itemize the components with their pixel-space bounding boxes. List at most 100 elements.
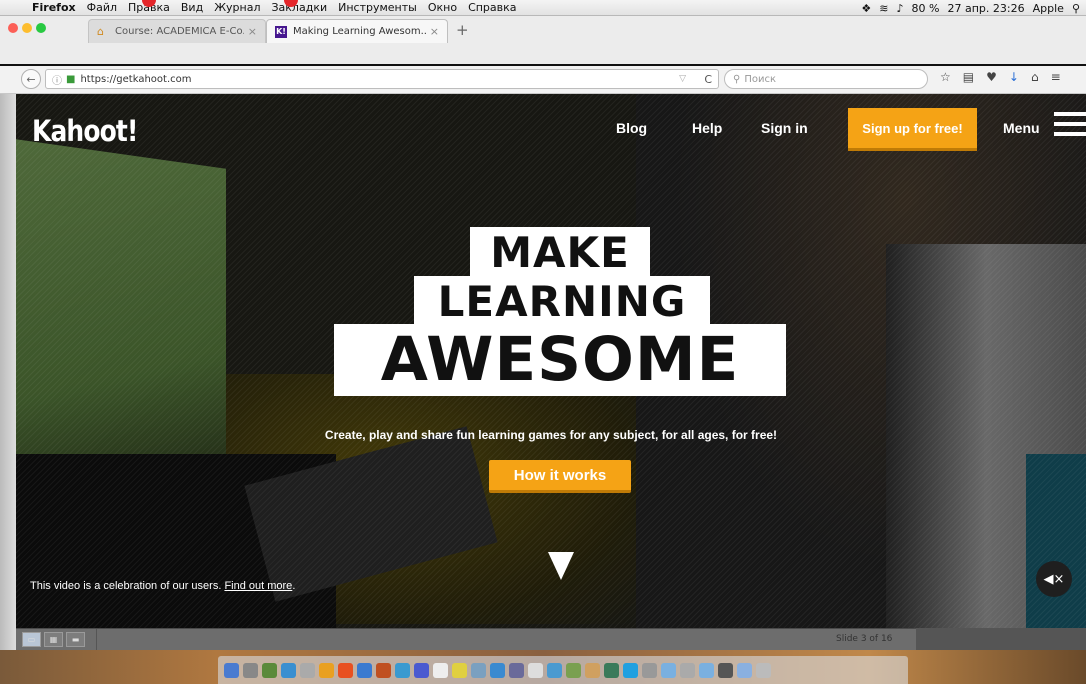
skype-icon[interactable] (623, 662, 638, 678)
menu-view[interactable]: Вид (181, 1, 203, 14)
app-icon[interactable] (585, 662, 600, 678)
folder-icon[interactable] (661, 662, 676, 678)
nav-blog-link[interactable]: Blog (616, 120, 647, 136)
back-arrow-icon: ← (26, 72, 36, 86)
mac-menubar: Firefox Файл Правка Вид Журнал Закладки … (0, 0, 1086, 16)
kahoot-page: Kahoot! Blog Help Sign in Sign up for fr… (16, 94, 1086, 628)
tab-course[interactable]: ⌂ Course: ACADEMICA E-Co... × (88, 19, 266, 43)
browser-toolbar: ← ⓘ ■ https://getkahoot.com ▽ C ⚲ Поиск … (0, 66, 1086, 94)
safari-icon[interactable] (281, 662, 296, 678)
bookmark-star-icon[interactable]: ☆ (940, 70, 951, 84)
slideshow-bar-right (916, 628, 1086, 650)
speaker-muted-icon: ◀× (1043, 571, 1065, 587)
search-placeholder: Поиск (744, 73, 777, 85)
app-icon[interactable] (604, 662, 619, 678)
menubar-status-area: ❖ ≋ ♪ 80 % 27 апр. 23:26 Apple ⚲ (853, 0, 1080, 16)
grid-view-icon[interactable]: ▦ (44, 632, 63, 647)
close-window-icon[interactable] (8, 23, 18, 33)
firefox-icon[interactable] (338, 662, 353, 678)
search-icon: ⚲ (733, 73, 741, 85)
menu-tools[interactable]: Инструменты (338, 1, 417, 14)
help-icon[interactable] (680, 662, 695, 678)
app-icon[interactable] (471, 662, 486, 678)
zoom-window-icon[interactable] (36, 23, 46, 33)
menu-file[interactable]: Файл (87, 1, 117, 14)
app-icon[interactable] (319, 662, 334, 678)
presenter-view-icon[interactable]: ▬ (66, 632, 85, 647)
folder-icon[interactable] (699, 662, 714, 678)
app-icon[interactable] (566, 662, 581, 678)
menu-app-firefox[interactable]: Firefox (32, 1, 76, 14)
app-icon[interactable] (414, 662, 429, 678)
close-tab-icon[interactable]: × (248, 25, 257, 38)
pocket-icon[interactable]: ♥ (986, 70, 997, 84)
nav-signin-link[interactable]: Sign in (761, 120, 808, 136)
app-icon[interactable] (642, 662, 657, 678)
caption-end: . (292, 580, 296, 592)
desktop-edge (0, 94, 16, 684)
finder-icon[interactable] (224, 662, 239, 678)
notes-icon[interactable] (452, 662, 467, 678)
back-button[interactable]: ← (21, 69, 41, 89)
normal-view-icon[interactable]: ▭ (22, 632, 41, 647)
menu-bookmarks[interactable]: Закладки (272, 1, 328, 14)
app-icon[interactable] (737, 662, 752, 678)
clock-text[interactable]: 27 апр. 23:26 (948, 2, 1025, 15)
app-icon[interactable] (376, 662, 391, 678)
info-icon[interactable]: ⓘ (52, 72, 62, 87)
slide-counter: Slide 3 of 16 (836, 634, 893, 644)
app-icon[interactable] (509, 662, 524, 678)
user-name[interactable]: Apple (1033, 2, 1064, 15)
new-tab-icon[interactable]: + (456, 21, 469, 39)
app-icon[interactable] (718, 662, 733, 678)
scroll-down-arrow-icon[interactable] (548, 552, 574, 580)
lock-icon[interactable]: ■ (66, 74, 75, 85)
battery-text[interactable]: 80 % (912, 2, 940, 15)
wifi-icon[interactable]: ≋ (879, 2, 888, 15)
menu-window[interactable]: Окно (428, 1, 457, 14)
menu-history[interactable]: Журнал (214, 1, 260, 14)
spotlight-search-icon[interactable]: ⚲ (1072, 2, 1080, 15)
app-icon[interactable] (300, 662, 315, 678)
url-text[interactable]: https://getkahoot.com (80, 74, 191, 85)
dock (218, 656, 908, 684)
app-icon[interactable] (395, 662, 410, 678)
app-icon[interactable] (357, 662, 372, 678)
mute-button[interactable]: ◀× (1036, 561, 1072, 597)
tab-title: Course: ACADEMICA E-Co... (115, 26, 244, 37)
launchpad-icon[interactable] (243, 662, 258, 678)
reading-list-icon[interactable]: ▤ (963, 70, 974, 84)
nav-help-link[interactable]: Help (692, 120, 722, 136)
tab-kahoot[interactable]: K! Making Learning Awesom... × (266, 19, 448, 43)
calendar-icon[interactable] (528, 662, 543, 678)
app-icon[interactable] (433, 662, 448, 678)
trash-icon[interactable] (756, 662, 771, 678)
signup-button[interactable]: Sign up for free! (848, 108, 977, 151)
app-icon[interactable] (547, 662, 562, 678)
headline-learning: LEARNING (414, 276, 710, 327)
reload-icon[interactable]: C (704, 73, 712, 86)
download-icon[interactable]: ↓ (1009, 70, 1019, 84)
kahoot-logo[interactable]: Kahoot! (32, 114, 138, 148)
url-bar[interactable]: ⓘ ■ https://getkahoot.com ▽ C (45, 69, 719, 89)
course-favicon-icon: ⌂ (97, 24, 104, 38)
menu-help[interactable]: Справка (468, 1, 516, 14)
headline-make: MAKE (470, 227, 650, 278)
volume-icon[interactable]: ♪ (897, 2, 904, 15)
caption-text: This video is a celebration of our users… (30, 580, 225, 592)
divider (96, 629, 97, 651)
app-icon[interactable] (262, 662, 277, 678)
nav-menu-label[interactable]: Menu (1003, 120, 1040, 136)
menu-icon[interactable]: ≡ (1051, 70, 1061, 84)
search-input[interactable]: ⚲ Поиск (724, 69, 928, 89)
dropbox-icon[interactable]: ❖ (861, 2, 871, 15)
hamburger-menu-icon[interactable] (1054, 112, 1086, 140)
find-out-more-link[interactable]: Find out more (224, 580, 292, 592)
how-it-works-button[interactable]: How it works (489, 460, 631, 493)
app-icon[interactable] (490, 662, 505, 678)
minimize-window-icon[interactable] (22, 23, 32, 33)
home-icon[interactable]: ⌂ (1031, 70, 1039, 84)
close-tab-icon[interactable]: × (430, 25, 439, 38)
tab-title: Making Learning Awesom... (293, 26, 426, 37)
url-dropdown-icon[interactable]: ▽ (679, 74, 686, 84)
